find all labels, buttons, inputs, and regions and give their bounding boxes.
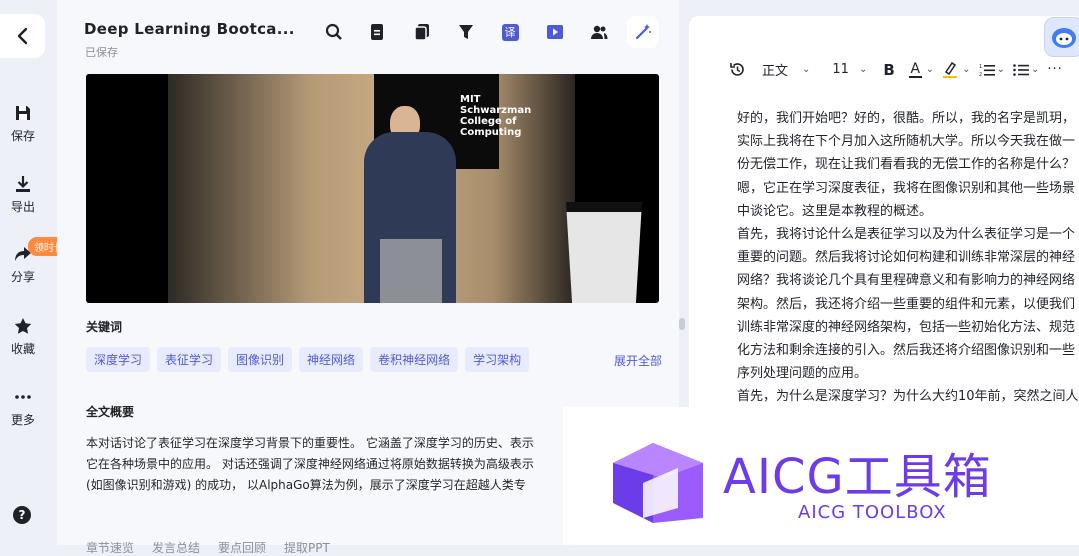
keyword-tag[interactable]: 深度学习 bbox=[86, 347, 151, 372]
keyword-tag[interactable]: 卷积神经网络 bbox=[370, 347, 459, 372]
more-icon bbox=[15, 395, 31, 399]
bullet-list-icon[interactable] bbox=[1013, 63, 1029, 77]
bottom-tabs: 章节速览 发言总结 要点回顾 提取PPT bbox=[86, 539, 330, 556]
transcript-line: 实际上我将在下个月加入这所随机大学。所以今天我在做一 bbox=[737, 134, 1076, 150]
bold-button[interactable]: B bbox=[883, 61, 894, 79]
sidebar-item-export[interactable]: 导出 bbox=[0, 175, 46, 215]
sidebar-item-label: 更多 bbox=[10, 413, 35, 427]
font-color-icon: A bbox=[910, 60, 921, 77]
sidebar-item-label: 保存 bbox=[10, 129, 35, 143]
save-icon bbox=[16, 106, 30, 120]
transcript-line: 训练非常深度的神经网络架构，包括一些初始化方法、规范 bbox=[737, 319, 1076, 335]
video-player[interactable]: MIT Schwarzman College of Computing bbox=[86, 74, 659, 303]
ai-assistant-button[interactable] bbox=[1044, 17, 1079, 57]
translate-button[interactable]: 译 bbox=[499, 21, 521, 43]
tab-key-points[interactable]: 要点回顾 bbox=[218, 539, 266, 556]
transcript-text[interactable]: 好的，我们开始吧？好的，很酷。所以，我的名字是凯玥， 实际上我将在下个月加入这所… bbox=[737, 107, 1079, 409]
users-icon bbox=[591, 25, 608, 39]
transcript-line: 份无偿工作，现在让我们看看我的无偿工作的名称是什么？ bbox=[737, 157, 1076, 173]
download-icon bbox=[16, 176, 30, 192]
search-button[interactable] bbox=[323, 21, 345, 43]
aicg-logo-icon bbox=[613, 443, 703, 523]
chevron-down-icon[interactable]: ⌄ bbox=[802, 64, 810, 75]
transcript-line: 中谈论它。这里是本教程的概述。 bbox=[737, 203, 933, 219]
transcript-line: 好的，我们开始吧？好的，很酷。所以，我的名字是凯玥， bbox=[737, 111, 1076, 126]
filter-button[interactable] bbox=[455, 21, 477, 43]
more-options-icon[interactable]: ··· bbox=[1047, 62, 1062, 77]
podium bbox=[566, 202, 642, 303]
document-button[interactable] bbox=[366, 21, 388, 43]
watermark-overlay: AICG工具箱 AICG TOOLBOX bbox=[563, 407, 1079, 545]
robot-icon bbox=[1052, 28, 1076, 48]
sidebar-item-save[interactable]: 保存 bbox=[0, 104, 46, 144]
magic-button[interactable] bbox=[627, 16, 659, 48]
summary-heading: 全文概要 bbox=[86, 405, 135, 419]
sidebar-item-label: 分享 bbox=[10, 270, 35, 284]
chevron-down-icon[interactable]: ⌄ bbox=[997, 64, 1005, 75]
scrollbar[interactable] bbox=[679, 318, 685, 330]
help-icon[interactable]: ? bbox=[13, 506, 31, 524]
keyword-tag[interactable]: 神经网络 bbox=[299, 347, 364, 372]
transcript-line: 架构。然后，我还将介绍一些重要的组件和元素，以便我们 bbox=[737, 296, 1076, 312]
keyword-tag[interactable]: 表征学习 bbox=[157, 347, 222, 372]
play-button[interactable] bbox=[544, 21, 566, 43]
mit-logo: MIT Schwarzman College of Computing bbox=[460, 94, 532, 138]
sidebar-item-favorite[interactable]: 收藏 bbox=[0, 317, 46, 357]
highlighter-icon[interactable] bbox=[942, 61, 958, 78]
svg-text:2: 2 bbox=[979, 72, 982, 77]
transcript-line: 首先，为什么是深度学习？为什么大约10年前，突然之间人 bbox=[737, 389, 1079, 405]
expand-all-link[interactable]: 展开全部 bbox=[614, 352, 662, 369]
chevron-down-icon[interactable]: ⌄ bbox=[1031, 64, 1039, 75]
watermark-subtitle: AICG TOOLBOX bbox=[798, 502, 947, 523]
copy-icon bbox=[414, 24, 429, 41]
sidebar-item-label: 收藏 bbox=[10, 342, 35, 356]
page-title[interactable]: Deep Learning Bootca... bbox=[84, 20, 295, 38]
transcript-line: 网络？我将谈论几个具有里程碑意义和有影响力的神经网络 bbox=[737, 273, 1076, 289]
keyword-tag[interactable]: 学习架构 bbox=[465, 347, 530, 372]
users-button[interactable] bbox=[588, 21, 610, 43]
keyword-tag[interactable]: 图像识别 bbox=[228, 347, 293, 372]
keyword-tags: 深度学习 表征学习 图像识别 神经网络 卷积神经网络 学习架构 bbox=[86, 347, 530, 372]
filter-icon bbox=[459, 25, 473, 39]
ordered-list-icon[interactable]: 12 bbox=[979, 63, 995, 77]
left-sidebar: 保存 导出 分享 领时长 收藏 更多 ? bbox=[0, 0, 70, 545]
keywords-heading: 关键词 bbox=[86, 320, 123, 334]
transcript-line: 首先，我将讨论什么是表征学习以及为什么表征学习是一个 bbox=[737, 227, 1076, 243]
sidebar-item-label: 导出 bbox=[10, 200, 35, 214]
copy-button[interactable] bbox=[411, 21, 433, 43]
star-icon bbox=[14, 318, 32, 334]
chevron-down-icon[interactable]: ⌄ bbox=[926, 64, 934, 75]
font-size-select[interactable]: 11 bbox=[832, 62, 849, 77]
transcript-line: 嗯，它正在学习深度表征，我将在图像识别和其他一些场景 bbox=[737, 180, 1076, 196]
play-icon bbox=[547, 25, 563, 39]
watermark-title: AICG工具箱 bbox=[723, 449, 992, 505]
save-status: 已保存 bbox=[85, 46, 118, 59]
chevron-down-icon[interactable]: ⌄ bbox=[859, 64, 867, 75]
summary-text: 本对话讨论了表征学习在深度学习背景下的重要性。 它涵盖了深度学习的历史、表示 它… bbox=[86, 436, 534, 492]
sidebar-item-more[interactable]: 更多 bbox=[0, 388, 46, 428]
transcript-line: 化方法和剩余连接的引入。然后我还将介绍图像识别和一些 bbox=[737, 343, 1076, 359]
transcript-line: 重要的问题。然后我将讨论如何构建和训练非常深层的神经 bbox=[737, 250, 1076, 266]
search-icon bbox=[325, 23, 342, 40]
svg-text:1: 1 bbox=[979, 64, 982, 70]
chevron-left-icon bbox=[17, 27, 27, 45]
font-color-bar bbox=[908, 75, 922, 78]
editor-toolbar: 正文 ⌄ 11 ⌄ B A ⌄ ⌄ 12 ⌄ ⌄ ··· bbox=[729, 60, 1063, 79]
translate-icon: 译 bbox=[501, 23, 519, 41]
video-frame: MIT Schwarzman College of Computing bbox=[168, 74, 642, 303]
tab-speaker-summary[interactable]: 发言总结 bbox=[152, 539, 200, 556]
tab-chapters[interactable]: 章节速览 bbox=[86, 539, 134, 556]
speaker-legs bbox=[380, 239, 442, 303]
document-icon bbox=[371, 24, 383, 40]
back-button[interactable] bbox=[0, 14, 45, 58]
paragraph-style-select[interactable]: 正文 bbox=[762, 60, 788, 79]
tab-extract-ppt[interactable]: 提取PPT bbox=[284, 539, 330, 556]
history-icon[interactable] bbox=[729, 61, 746, 78]
transcript-line: 序列处理问题的应用。 bbox=[737, 366, 868, 382]
font-color-button[interactable]: A bbox=[908, 60, 922, 78]
chevron-down-icon[interactable]: ⌄ bbox=[962, 64, 970, 75]
magic-wand-icon bbox=[635, 24, 651, 40]
